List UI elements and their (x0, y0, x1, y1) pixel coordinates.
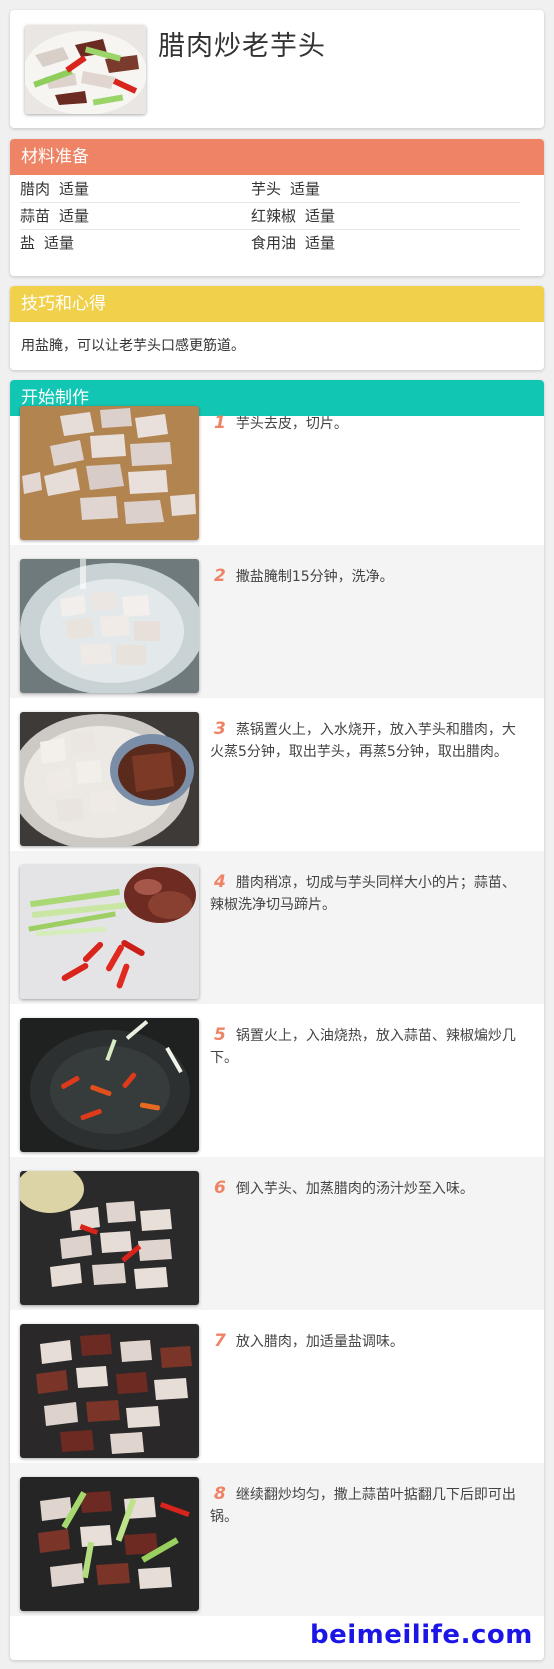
step-item: 5 锅置火上，入油烧热，放入蒜苗、辣椒煸炒几下。 (10, 1004, 544, 1157)
ingredient-amount: 适量 (305, 234, 336, 252)
step-photo[interactable] (20, 1324, 199, 1458)
ingredient-amount: 适量 (44, 234, 75, 252)
step-description: 4 腊肉稍凉，切成与芋头同样大小的片；蒜苗、辣椒洗净切马蹄片。 (210, 871, 520, 916)
ingredient-item: 红辣椒 适量 (251, 202, 335, 230)
step-number: 2 (214, 566, 226, 586)
step-number: 1 (214, 413, 226, 433)
steps-section: 开始制作 1 芋头去皮，切片。 2 撒盐腌制15分钟，洗净。 3 蒸锅置火上，入… (10, 380, 544, 1660)
ingredient-name: 蒜苗 (20, 207, 51, 225)
step-item: 4 腊肉稍凉，切成与芋头同样大小的片；蒜苗、辣椒洗净切马蹄片。 (10, 851, 544, 1004)
step-item: 1 芋头去皮，切片。 (10, 392, 544, 545)
step-text: 继续翻炒均匀，撒上蒜苗叶掂翻几下后即可出锅。 (210, 1487, 516, 1525)
recipe-header: 腊肉炒老芋头 (10, 10, 544, 128)
recipe-title: 腊肉炒老芋头 (158, 31, 326, 62)
step-description: 5 锅置火上，入油烧热，放入蒜苗、辣椒煸炒几下。 (210, 1024, 520, 1069)
step-number: 4 (214, 872, 226, 892)
ingredient-name: 腊肉 (20, 180, 51, 198)
step-description: 7 放入腊肉，加适量盐调味。 (210, 1330, 520, 1353)
step-photo[interactable] (20, 406, 199, 540)
ingredient-name: 食用油 (251, 234, 297, 252)
step-description: 8 继续翻炒均匀，撒上蒜苗叶掂翻几下后即可出锅。 (210, 1483, 520, 1528)
step-item: 2 撒盐腌制15分钟，洗净。 (10, 545, 544, 698)
step-item: 3 蒸锅置火上，入水烧开，放入芋头和腊肉，大火蒸5分钟，取出芋头，再蒸5分钟，取出… (10, 698, 544, 851)
site-watermark: beimeilife.com (310, 1620, 533, 1650)
ingredient-name: 芋头 (251, 180, 282, 198)
ingredients-section: 材料准备 腊肉 适量 芋头 适量 蒜苗 适量 红辣椒 适量 盐适量 食用油 适量 (10, 139, 544, 276)
ingredients-heading: 材料准备 (10, 139, 544, 175)
tips-text: 用盐腌，可以让老芋头口感更筋道。 (21, 338, 245, 354)
cover-image[interactable] (25, 25, 146, 114)
ingredient-item: 食用油 适量 (251, 229, 335, 257)
step-text: 蒸锅置火上，入水烧开，放入芋头和腊肉，大火蒸5分钟，取出芋头，再蒸5分钟，取出腊… (210, 722, 516, 760)
step-number: 8 (214, 1484, 226, 1504)
step-photo[interactable] (20, 559, 199, 693)
ingredient-amount: 适量 (290, 180, 321, 198)
step-number: 6 (214, 1178, 226, 1198)
ingredient-amount: 适量 (305, 207, 336, 225)
step-text: 腊肉稍凉，切成与芋头同样大小的片；蒜苗、辣椒洗净切马蹄片。 (210, 875, 516, 913)
step-text: 锅置火上，入油烧热，放入蒜苗、辣椒煸炒几下。 (210, 1028, 516, 1066)
step-item: 6 倒入芋头、加蒸腊肉的汤汁炒至入味。 (10, 1157, 544, 1310)
step-text: 放入腊肉，加适量盐调味。 (235, 1334, 404, 1350)
ingredient-amount: 适量 (59, 207, 90, 225)
ingredient-row: 蒜苗 适量 红辣椒 适量 (20, 202, 520, 230)
step-item: 8 继续翻炒均匀，撒上蒜苗叶掂翻几下后即可出锅。 (10, 1463, 544, 1616)
step-item: 7 放入腊肉，加适量盐调味。 (10, 1310, 544, 1463)
ingredient-row: 盐适量 食用油 适量 (20, 229, 520, 257)
ingredient-item: 腊肉 适量 (20, 175, 89, 203)
step-text: 芋头去皮，切片。 (235, 416, 348, 432)
step-photo[interactable] (20, 1477, 199, 1611)
step-description: 2 撒盐腌制15分钟，洗净。 (210, 565, 520, 588)
step-number: 7 (214, 1331, 226, 1351)
step-description: 3 蒸锅置火上，入水烧开，放入芋头和腊肉，大火蒸5分钟，取出芋头，再蒸5分钟，取出… (210, 718, 520, 763)
step-text: 倒入芋头、加蒸腊肉的汤汁炒至入味。 (235, 1181, 474, 1197)
ingredient-item: 芋头 适量 (251, 175, 320, 203)
step-description: 6 倒入芋头、加蒸腊肉的汤汁炒至入味。 (210, 1177, 520, 1200)
step-description: 1 芋头去皮，切片。 (210, 412, 520, 435)
ingredient-item: 盐适量 (20, 229, 74, 257)
ingredient-row: 腊肉 适量 芋头 适量 (20, 175, 520, 203)
ingredient-name: 红辣椒 (251, 207, 297, 225)
step-photo[interactable] (20, 865, 199, 999)
step-text: 撒盐腌制15分钟，洗净。 (235, 569, 394, 585)
tips-heading: 技巧和心得 (10, 286, 544, 322)
step-photo[interactable] (20, 712, 199, 846)
step-number: 3 (214, 719, 226, 739)
step-photo[interactable] (20, 1018, 199, 1152)
tips-section: 技巧和心得 用盐腌，可以让老芋头口感更筋道。 (10, 286, 544, 370)
ingredient-name: 盐 (20, 234, 36, 252)
step-number: 5 (214, 1025, 226, 1045)
step-photo[interactable] (20, 1171, 199, 1305)
ingredient-amount: 适量 (59, 180, 90, 198)
ingredient-item: 蒜苗 适量 (20, 202, 89, 230)
